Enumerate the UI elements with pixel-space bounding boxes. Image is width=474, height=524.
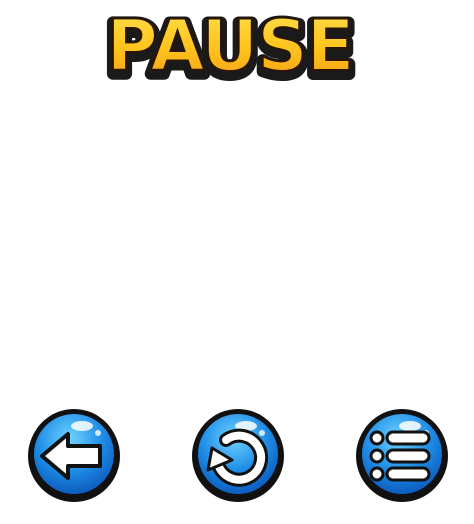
pause-title: PAUSE PAUSE — [92, 2, 368, 97]
list-menu-icon — [369, 430, 431, 482]
restart-button[interactable] — [188, 404, 288, 504]
pause-title-graphic: PAUSE PAUSE — [101, 3, 361, 97]
menu-button[interactable] — [352, 404, 452, 504]
back-button[interactable] — [24, 404, 124, 504]
pause-title-text: PAUSE — [107, 5, 354, 87]
